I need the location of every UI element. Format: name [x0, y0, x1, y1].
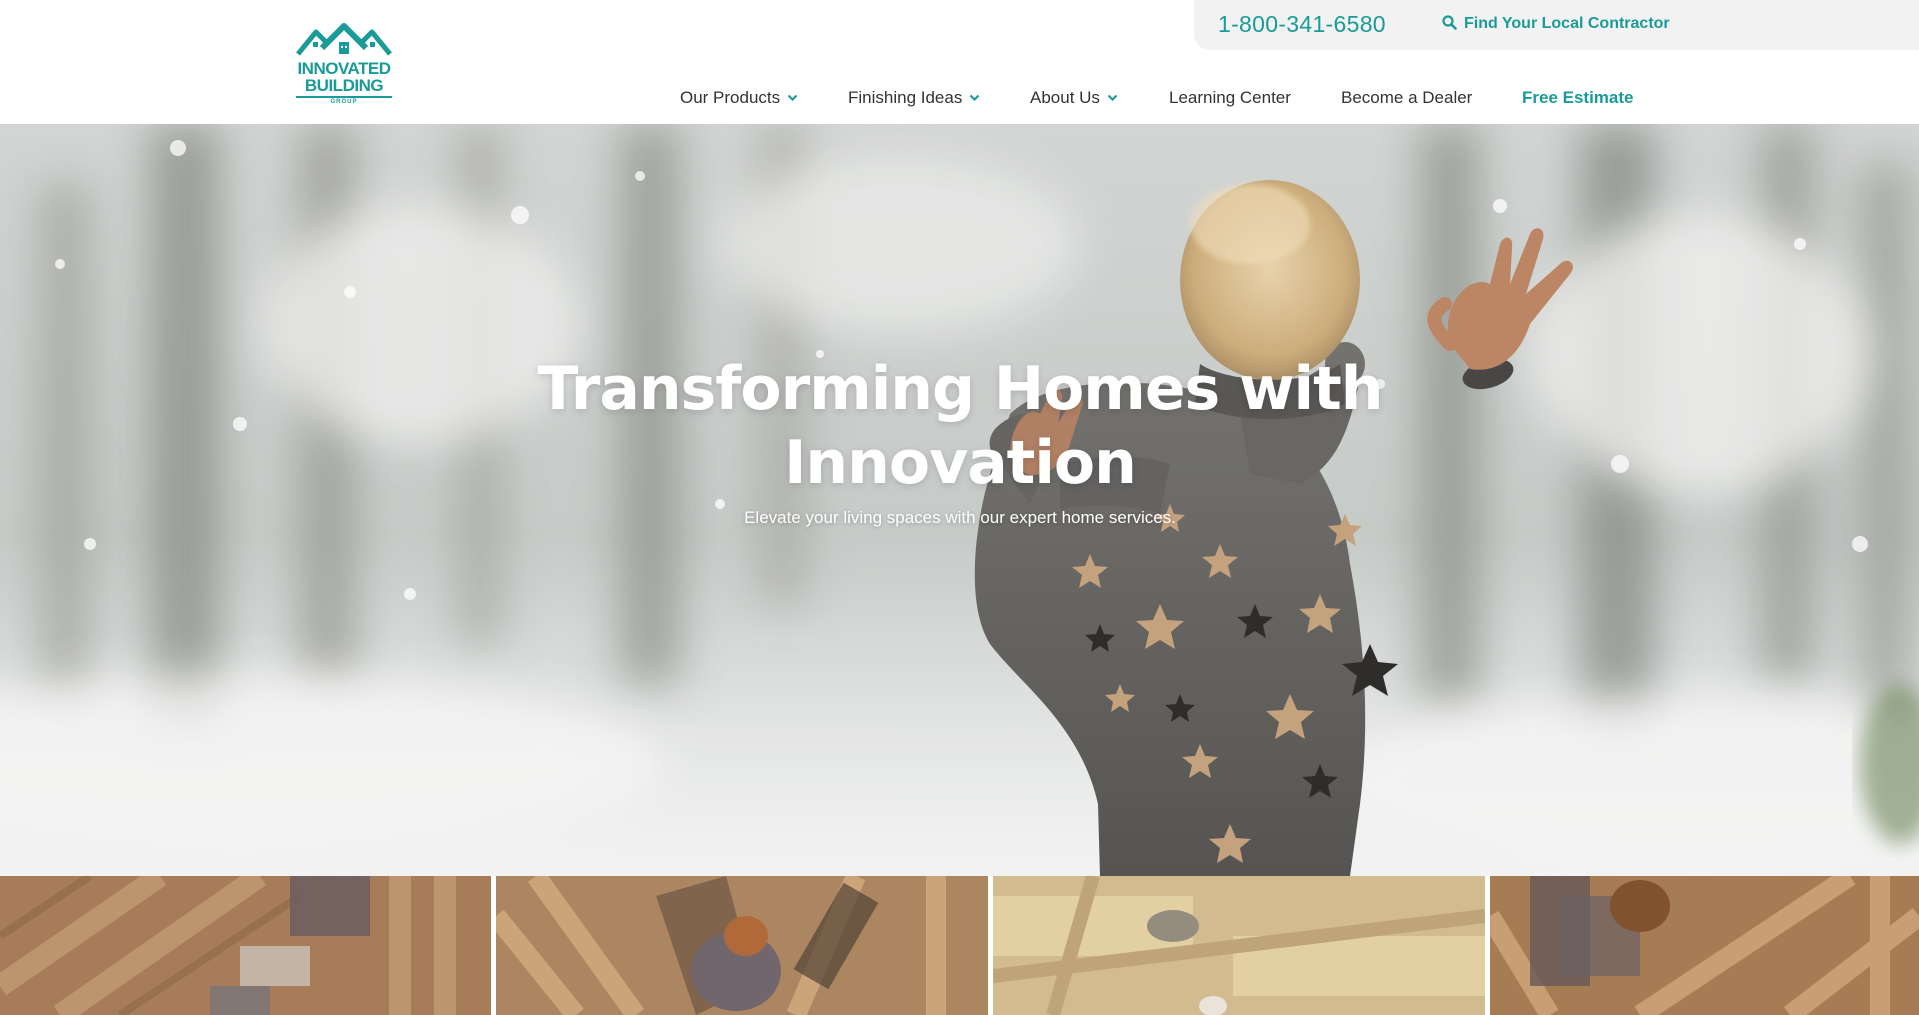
chevron-down-icon — [1107, 94, 1118, 102]
service-tile[interactable] — [0, 876, 491, 1015]
utility-bar: 1-800-341-6580 Find Your Local Contracto… — [1194, 0, 1919, 50]
roof-truss-worker-image — [1490, 876, 1919, 1015]
nav-learning-center[interactable]: Learning Center — [1169, 88, 1291, 108]
site-header: INNOVATED BUILDING GROUP 1-800-341-6580 … — [0, 0, 1919, 124]
search-icon — [1442, 15, 1457, 30]
hero-title-line1: Transforming Homes with — [537, 354, 1383, 424]
attic-framing-image — [0, 876, 491, 1015]
nav-our-products[interactable]: Our Products — [680, 88, 798, 108]
nav-about-us-label: About Us — [1030, 88, 1100, 107]
service-tile[interactable] — [496, 876, 988, 1015]
logo-line-innovated: INNOVATED — [297, 59, 391, 78]
hero-title: Transforming Homes with Innovation — [460, 352, 1460, 500]
phone-link[interactable]: 1-800-341-6580 — [1218, 11, 1386, 38]
attic-insulation-worker-image — [496, 876, 988, 1015]
service-tile[interactable] — [1490, 876, 1919, 1015]
nav-about-us[interactable]: About Us — [1030, 88, 1118, 108]
logo-divider — [296, 96, 392, 98]
service-tile[interactable] — [993, 876, 1485, 1015]
house-roof-logo-icon — [296, 23, 392, 56]
service-tiles — [0, 876, 1919, 1015]
logo-line-building: BUILDING — [304, 76, 384, 95]
hero-background-image — [0, 124, 1919, 876]
hero-subtitle: Elevate your living spaces with our expe… — [744, 508, 1176, 527]
nav-finishing-ideas[interactable]: Finishing Ideas — [848, 88, 980, 108]
nav-our-products-label: Our Products — [680, 88, 781, 107]
hero-banner: Transforming Homes with Innovation Eleva… — [0, 124, 1919, 876]
nav-become-a-dealer[interactable]: Become a Dealer — [1341, 88, 1472, 108]
site-logo[interactable]: INNOVATED BUILDING GROUP — [292, 22, 396, 108]
nav-finishing-ideas-label: Finishing Ideas — [848, 88, 963, 107]
attic-fiberglass-image — [993, 876, 1485, 1015]
nav-free-estimate[interactable]: Free Estimate — [1522, 88, 1634, 108]
logo-line-group: GROUP — [330, 99, 358, 105]
find-contractor-link[interactable]: Find Your Local Contractor — [1442, 15, 1670, 33]
find-contractor-label: Find Your Local Contractor — [1464, 15, 1670, 32]
chevron-down-icon — [970, 94, 980, 102]
chevron-down-icon — [787, 94, 798, 102]
hero-title-line2: Innovation — [784, 428, 1137, 498]
